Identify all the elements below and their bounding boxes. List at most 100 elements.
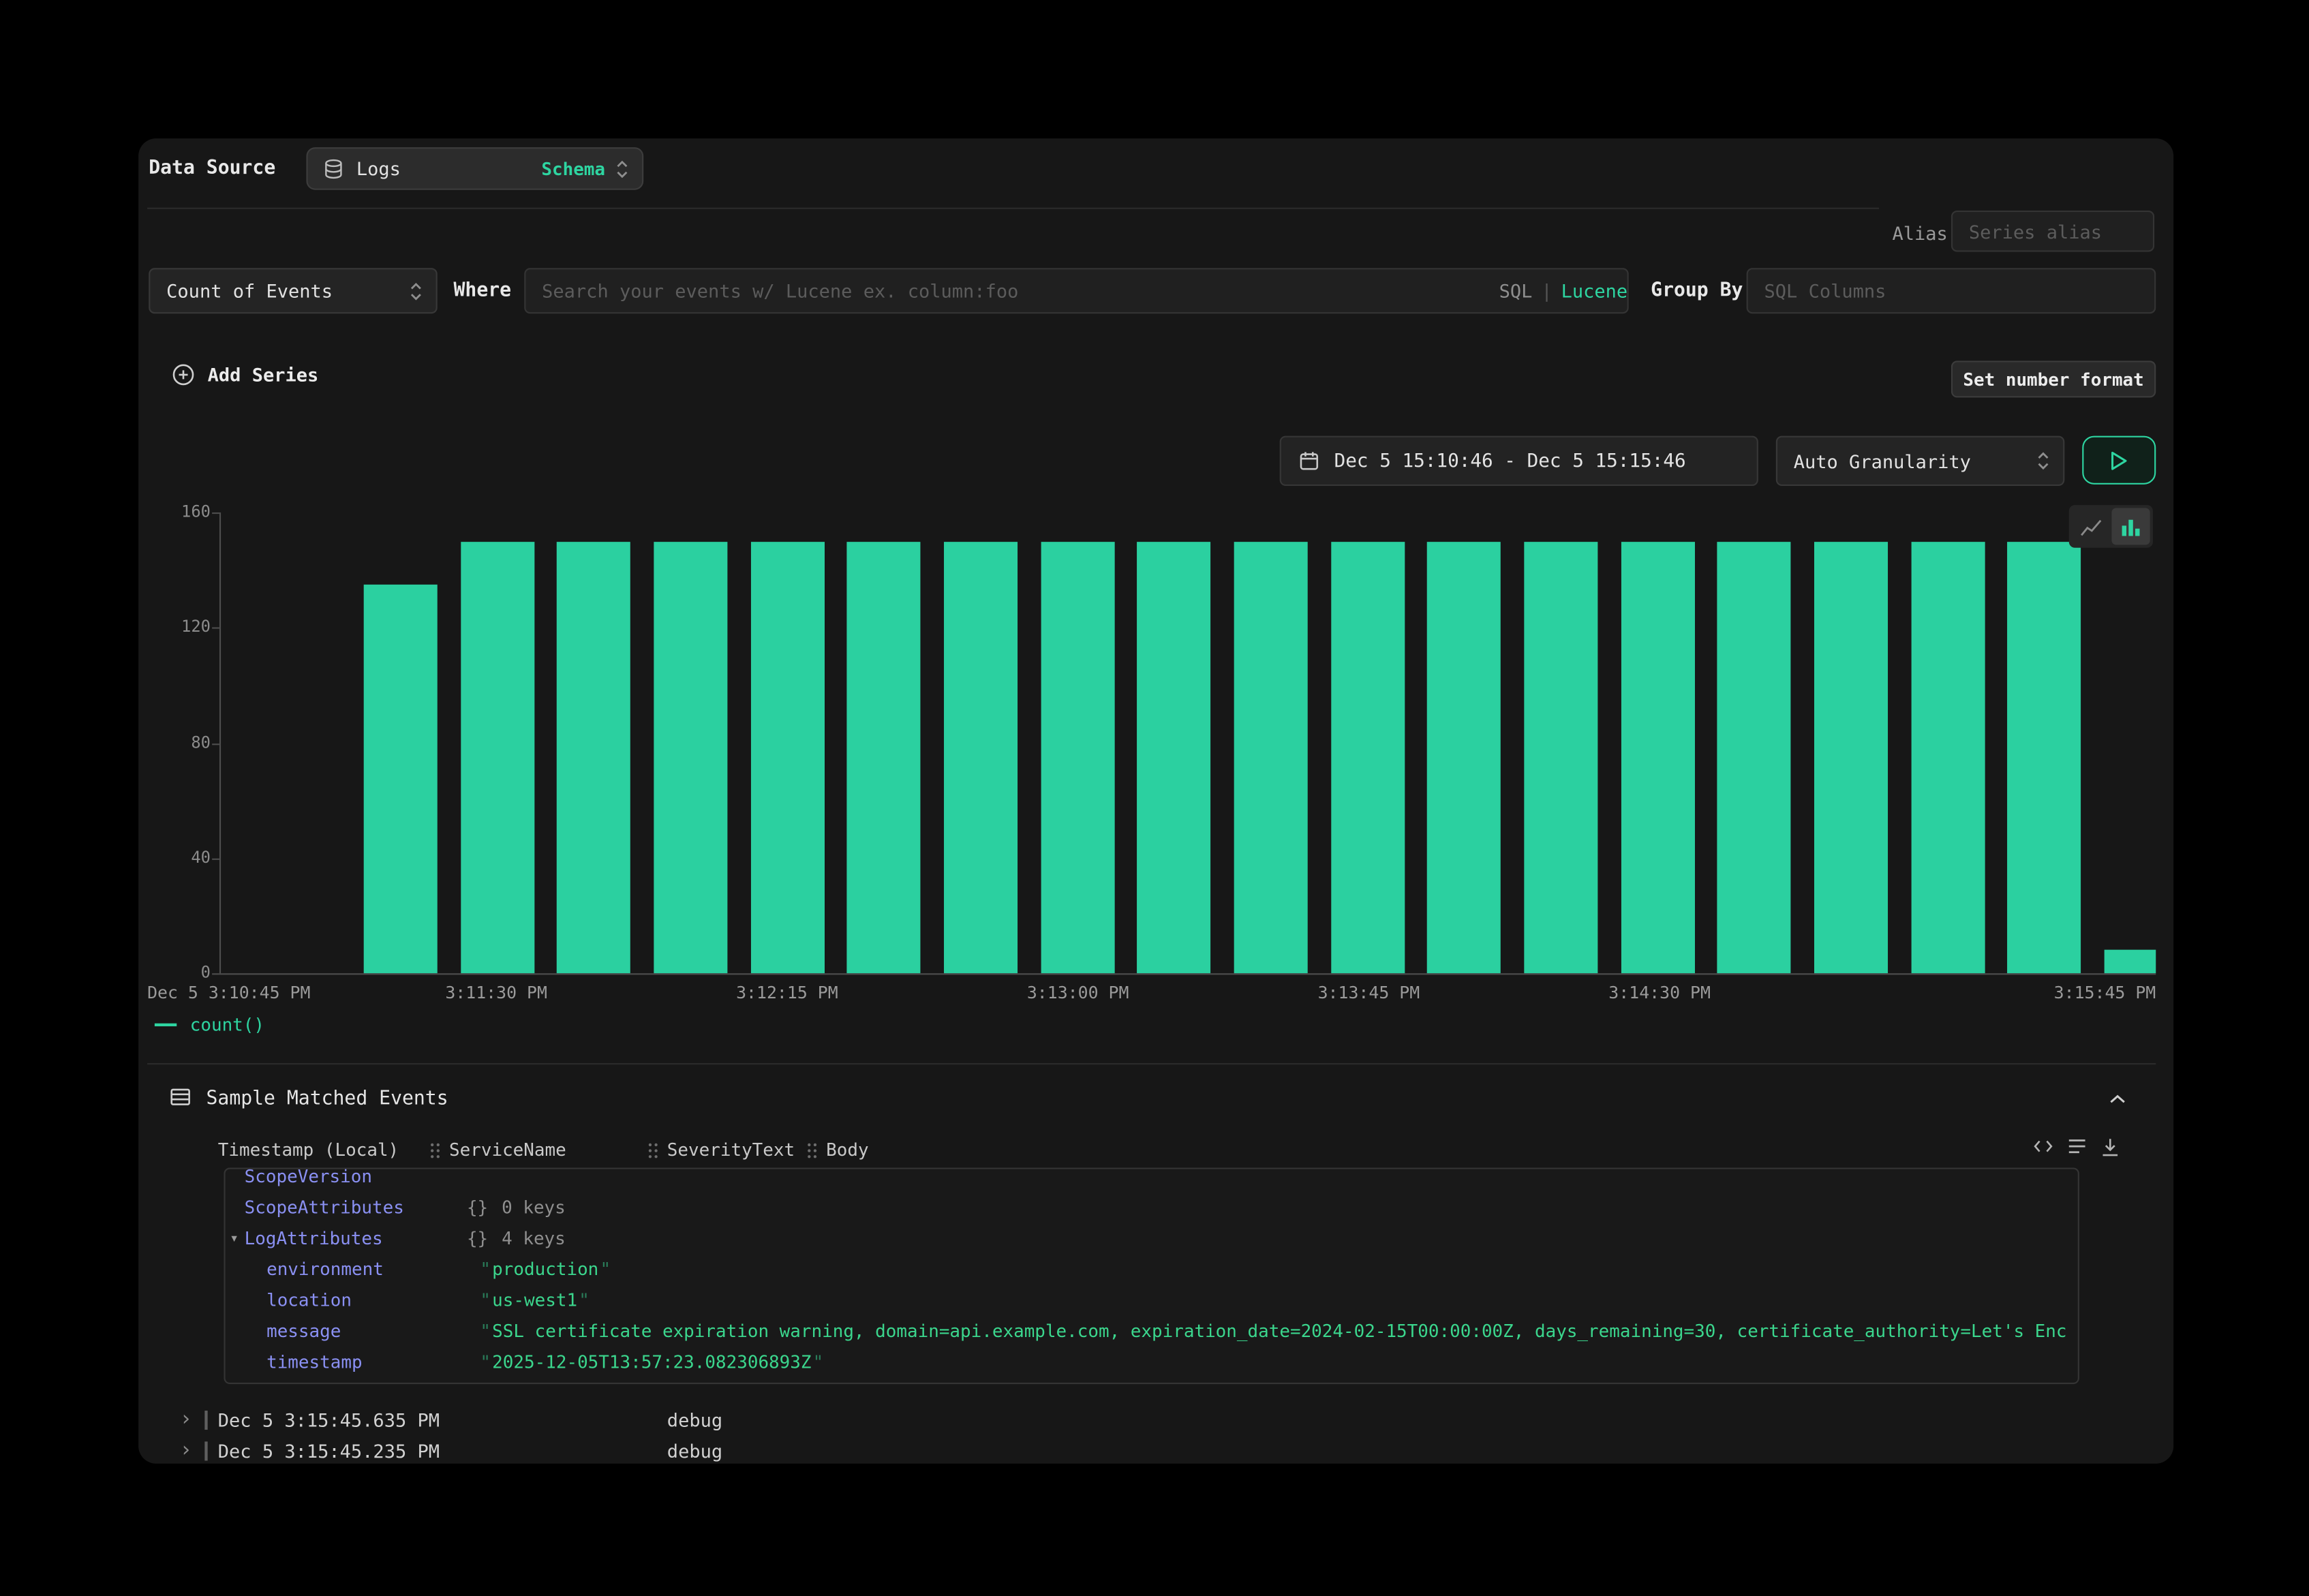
x-tick-label: Dec 5 3:10:45 PM	[147, 982, 310, 1002]
y-tick-label: 80	[147, 733, 211, 752]
events-toolbar	[2032, 1137, 2121, 1157]
y-tick-label: 120	[147, 617, 211, 636]
chart-bar[interactable]	[2105, 950, 2156, 973]
sql-toggle[interactable]: SQL	[1499, 280, 1533, 302]
event-row[interactable]: ›Dec 5 3:15:45.235 PMdebug	[138, 1436, 2173, 1464]
column-header-body[interactable]: Body	[807, 1139, 869, 1160]
group-by-input[interactable]	[1747, 268, 2156, 313]
y-tick-label: 0	[147, 963, 211, 982]
y-tick-mark	[212, 973, 219, 975]
chart-bar[interactable]	[1524, 541, 1597, 973]
chart-bar[interactable]	[1041, 541, 1114, 973]
json-row[interactable]: ScopeVersion	[226, 1167, 2078, 1193]
search-input[interactable]	[524, 268, 1629, 313]
granularity-select[interactable]: Auto Granularity	[1776, 436, 2064, 486]
chart-bar[interactable]	[654, 541, 727, 973]
x-tick-label: 3:15:45 PM	[2054, 982, 2156, 1002]
y-tick-label: 160	[147, 502, 211, 521]
alias-label: Alias	[1893, 222, 1948, 244]
json-key: message	[266, 1317, 341, 1347]
json-row[interactable]: timestamp"2025-12-05T13:57:23.082306893Z…	[226, 1347, 2078, 1378]
chevron-right-icon[interactable]: ›	[180, 1405, 192, 1435]
data-source-select[interactable]: Logs Schema	[306, 147, 643, 190]
select-chevrons-icon	[410, 281, 423, 301]
rows-icon[interactable]	[2066, 1137, 2088, 1157]
severity-bar	[204, 1441, 207, 1460]
screen: Data Source Logs Schema Alias Count of E…	[0, 0, 2309, 1596]
chart-bar[interactable]	[1814, 541, 1888, 973]
add-series-label: Add Series	[208, 364, 319, 386]
aggregation-select[interactable]: Count of Events	[149, 268, 437, 313]
json-row[interactable]: environment"production"	[226, 1255, 2078, 1285]
drag-handle-icon[interactable]	[648, 1142, 658, 1158]
chart-bar[interactable]	[847, 541, 921, 973]
event-row[interactable]: ›Dec 5 3:15:45.635 PMdebug	[138, 1405, 2173, 1435]
json-row[interactable]: ScopeAttributes{} 0 keys	[226, 1193, 2078, 1223]
y-tick-label: 40	[147, 848, 211, 867]
divider	[147, 208, 1879, 209]
query-panel: Data Source Logs Schema Alias Count of E…	[138, 138, 2173, 1464]
x-tick-label: 3:11:30 PM	[445, 982, 547, 1002]
drag-handle-icon[interactable]	[807, 1142, 817, 1158]
column-label: ServiceName	[449, 1139, 566, 1160]
query-language-toggle[interactable]: SQL|Lucene	[1499, 280, 1628, 302]
chart-bars	[219, 504, 2156, 973]
json-row[interactable]: location"us-west1"	[226, 1285, 2078, 1316]
json-meta: {} 4 keys	[467, 1224, 566, 1255]
chart-bar[interactable]	[1428, 541, 1501, 973]
chart: 0 40 80 120 160 Dec 5 3:10:45 PM 3:11:30 PM 3:1…	[147, 504, 2156, 1011]
y-tick-mark	[212, 628, 219, 629]
severity-bar	[204, 1411, 207, 1430]
chart-bar[interactable]	[1717, 541, 1791, 973]
column-header-severitytext[interactable]: SeverityText	[648, 1139, 795, 1160]
chevron-right-icon[interactable]: ›	[180, 1436, 192, 1464]
chart-bar[interactable]	[557, 541, 630, 973]
alias-input[interactable]	[1951, 211, 2154, 252]
chevron-up-icon[interactable]	[2109, 1094, 2126, 1104]
json-key: timestamp	[266, 1347, 363, 1378]
json-row[interactable]: ▾LogAttributes{} 4 keys	[226, 1224, 2078, 1255]
chart-bar[interactable]	[461, 541, 534, 973]
json-tree: ScopeVersionScopeAttributes{} 0 keys▾Log…	[226, 1167, 2078, 1378]
download-icon[interactable]	[2100, 1137, 2120, 1157]
x-tick-label: 3:14:30 PM	[1608, 982, 1711, 1002]
x-tick-label: 3:13:45 PM	[1318, 982, 1420, 1002]
chart-bar[interactable]	[364, 585, 438, 974]
lucene-toggle[interactable]: Lucene	[1561, 280, 1628, 302]
time-range-picker[interactable]: Dec 5 15:10:46 - Dec 5 15:15:46	[1280, 436, 1758, 486]
chart-bar[interactable]	[1911, 541, 1985, 973]
add-series-button[interactable]: Add Series	[172, 364, 318, 386]
quote-mark: "	[480, 1321, 491, 1341]
set-number-format-button[interactable]: Set number format	[1951, 360, 2156, 397]
schema-link[interactable]: Schema	[541, 158, 605, 179]
braces-icon: {}	[467, 1197, 488, 1218]
json-row[interactable]: message"SSL certificate expiration warni…	[226, 1317, 2078, 1347]
caret-down-icon[interactable]: ▾	[230, 1224, 239, 1255]
plus-circle-icon	[172, 364, 194, 386]
column-header-servicename[interactable]: ServiceName	[430, 1139, 566, 1160]
line-chart-icon[interactable]	[2072, 508, 2110, 544]
y-tick-mark	[212, 858, 219, 859]
chart-bar[interactable]	[1621, 541, 1694, 973]
drag-handle-icon[interactable]	[430, 1142, 440, 1158]
chart-legend: count()	[155, 1015, 264, 1035]
code-icon[interactable]	[2032, 1137, 2054, 1157]
run-query-button[interactable]	[2082, 436, 2156, 485]
chart-bar[interactable]	[1234, 541, 1308, 973]
chart-bar[interactable]	[1137, 541, 1211, 973]
chart-bar[interactable]	[1331, 541, 1405, 973]
bar-chart-icon[interactable]	[2111, 508, 2150, 544]
chart-bar[interactable]	[944, 541, 1018, 973]
json-value: "production"	[478, 1255, 2069, 1285]
chart-bar[interactable]	[750, 541, 824, 973]
events-section-title: Sample Matched Events	[206, 1088, 448, 1110]
column-label: SeverityText	[667, 1139, 795, 1160]
chart-bar[interactable]	[2008, 541, 2081, 973]
granularity-value: Auto Granularity	[1794, 450, 1971, 472]
x-tick-label: 3:13:00 PM	[1027, 982, 1129, 1002]
quote-mark: "	[480, 1259, 491, 1279]
event-severity: debug	[667, 1436, 722, 1464]
column-header-timestamp-local-[interactable]: Timestamp (Local)	[218, 1139, 399, 1160]
event-severity: debug	[667, 1405, 722, 1435]
quote-mark: "	[480, 1290, 491, 1310]
